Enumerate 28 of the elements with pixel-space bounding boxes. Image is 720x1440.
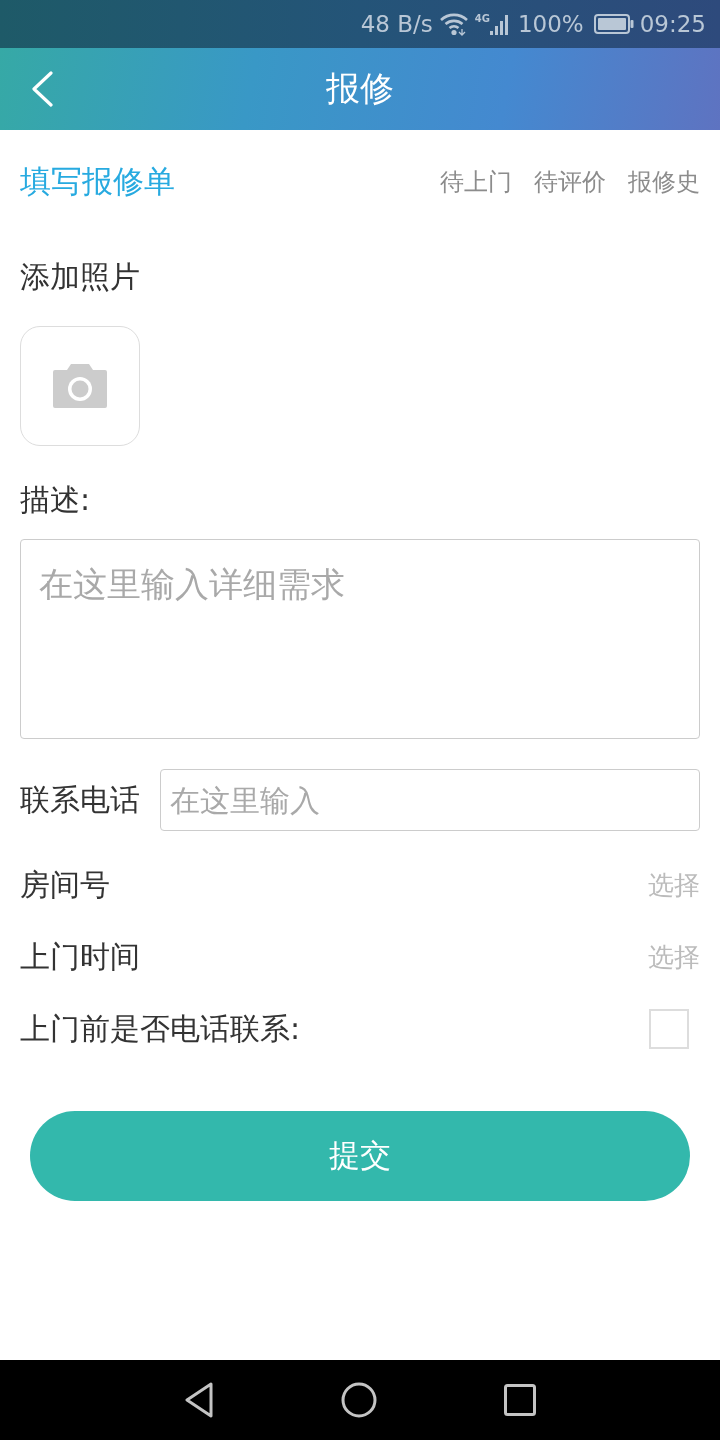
checkbox[interactable] — [649, 1009, 689, 1049]
field-label: 房间号 — [20, 865, 110, 904]
battery-percent: 100% — [517, 12, 584, 36]
submit-button[interactable]: 提交 — [30, 1111, 690, 1201]
wifi-icon — [438, 12, 469, 36]
battery-icon — [593, 14, 634, 34]
network-speed: 48 B/s — [360, 12, 433, 36]
back-nav-icon[interactable] — [184, 1382, 214, 1418]
section-label: 添加照片 — [20, 258, 141, 296]
field-label: 上门前是否电话联系: — [20, 1009, 301, 1048]
select-link[interactable]: 选择 — [648, 867, 700, 903]
field-label: 上门时间 — [20, 937, 140, 976]
section-label: 描述: — [20, 481, 92, 519]
home-nav-icon[interactable] — [341, 1382, 377, 1418]
camera-icon — [52, 363, 108, 409]
phone-field[interactable]: 在这里输入 — [160, 769, 700, 831]
tab[interactable]: 填写报修单 — [20, 161, 175, 203]
page-title: 报修 — [326, 67, 394, 110]
back-icon[interactable] — [30, 71, 54, 107]
tab[interactable]: 待上门 — [440, 166, 512, 198]
clock: 09:25 — [639, 12, 706, 36]
select-link[interactable]: 选择 — [648, 939, 700, 975]
tab[interactable]: 待评价 — [534, 166, 606, 198]
tab[interactable]: 报修史 — [628, 166, 700, 198]
network-type: 4G — [474, 14, 490, 24]
phone-label: 联系电话 — [20, 780, 140, 819]
recents-nav-icon[interactable] — [504, 1384, 536, 1416]
description-field[interactable]: 在这里输入详细需求 — [20, 539, 700, 739]
